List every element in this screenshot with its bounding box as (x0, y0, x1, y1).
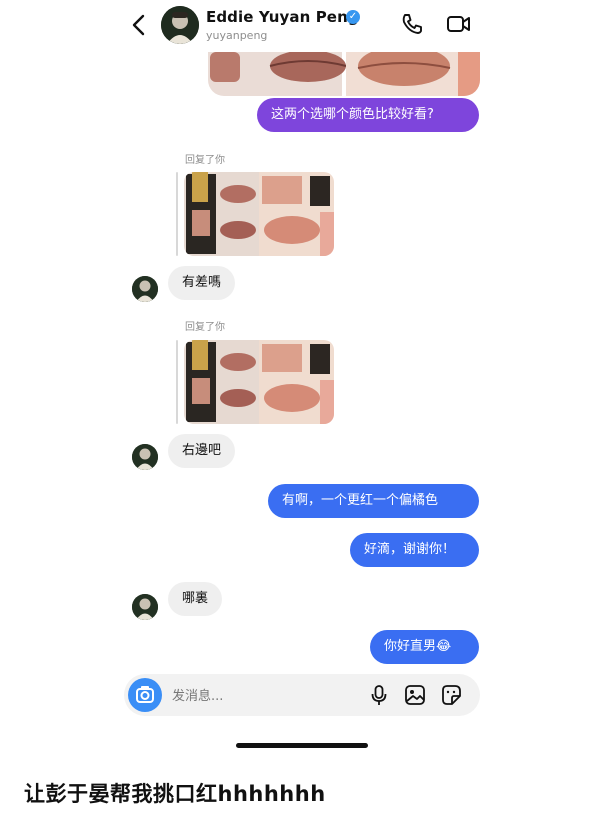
message-composer (124, 674, 480, 716)
shared-photo-top[interactable] (208, 52, 480, 96)
sticker-icon[interactable] (440, 684, 462, 706)
camera-icon (136, 686, 154, 703)
verified-badge-icon: ✓ (346, 10, 360, 24)
replied-photo[interactable] (184, 172, 334, 256)
chat-header: Eddie Yuyan Peng ✓ yuyanpeng (0, 0, 600, 52)
message-outgoing[interactable]: 有啊，一个更红一个偏橘色 (268, 484, 479, 518)
chevron-left-icon[interactable] (128, 10, 150, 40)
message-incoming[interactable]: 有差嗎 (168, 266, 236, 300)
phone-icon[interactable] (400, 12, 424, 36)
home-indicator (236, 743, 368, 748)
reply-divider (176, 172, 178, 256)
message-outgoing[interactable]: 这两个选哪个颜色比较好看? (257, 98, 479, 132)
message-incoming[interactable]: 右邊吧 (168, 434, 236, 468)
microphone-icon[interactable] (368, 684, 390, 706)
message-outgoing[interactable]: 你好直男😂 (370, 630, 479, 664)
caption-text: 让彭于晏帮我挑口红hhhhhhh (24, 782, 326, 806)
reply-label: 回复了你 (185, 322, 225, 333)
message-outgoing[interactable]: 好滴，谢谢你！ (350, 533, 479, 567)
message-incoming[interactable]: 哪裏 (168, 582, 223, 616)
image-icon[interactable] (404, 684, 426, 706)
avatar[interactable] (132, 276, 158, 302)
replied-photo[interactable] (184, 340, 334, 424)
reply-divider (176, 340, 178, 424)
camera-button[interactable] (128, 678, 162, 712)
contact-handle: yuyanpeng (206, 29, 268, 42)
message-input[interactable] (170, 682, 354, 710)
reply-label: 回复了你 (185, 155, 225, 166)
video-camera-icon[interactable] (446, 12, 472, 36)
avatar[interactable] (161, 6, 199, 44)
contact-name[interactable]: Eddie Yuyan Peng (206, 8, 359, 26)
avatar[interactable] (132, 594, 158, 620)
avatar[interactable] (132, 444, 158, 470)
